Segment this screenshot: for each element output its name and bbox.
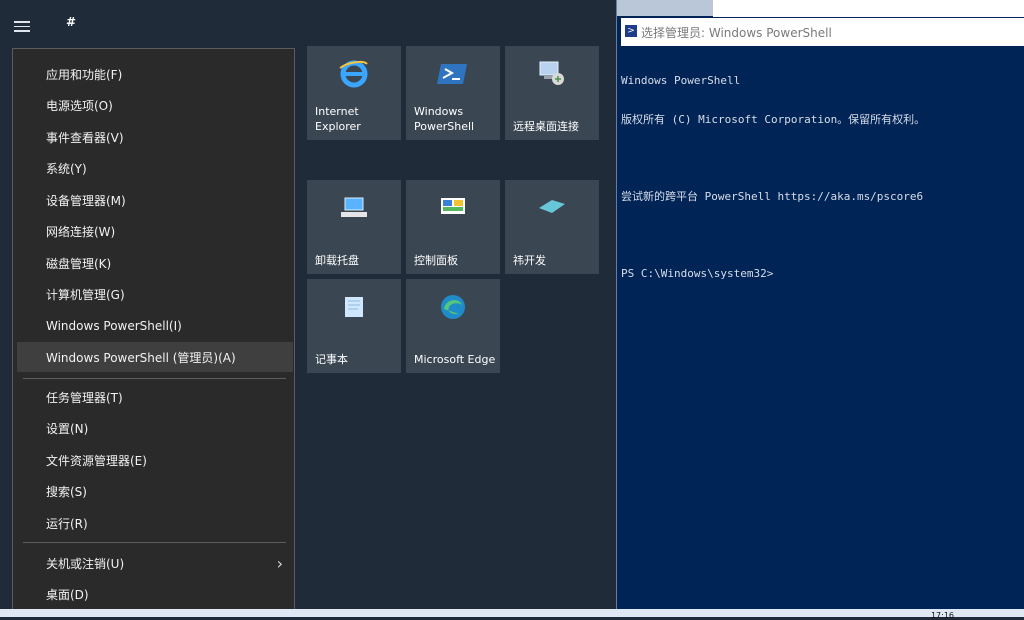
menu-item-label: 磁盘管理(K): [46, 256, 112, 271]
menu-item-label: 任务管理器(T): [46, 390, 123, 405]
chevron-right-icon: ›: [276, 553, 283, 573]
menu-item-system[interactable]: 系统(Y): [17, 153, 293, 183]
tile-microsoft-edge[interactable]: Microsoft Edge: [406, 279, 500, 373]
tile-label: 控制面板: [414, 254, 458, 267]
menu-item-task-manager[interactable]: 任务管理器(T): [17, 382, 293, 412]
tile-label: Internet Explorer: [315, 105, 361, 133]
tile-control-panel[interactable]: 控制面板: [406, 180, 500, 274]
powershell-icon: >: [625, 25, 637, 37]
control-panel-icon: [441, 198, 465, 214]
menu-item-powershell[interactable]: Windows PowerShell(I): [17, 311, 293, 341]
start-group-label: #: [66, 15, 77, 29]
menu-item-label: 系统(Y): [46, 161, 87, 176]
notepad-icon: [345, 297, 363, 317]
tile-label: Microsoft Edge: [414, 353, 496, 366]
window-top-strip-white: [713, 0, 1024, 17]
menu-item-label: 事件查看器(V): [46, 130, 124, 145]
taskbar: [0, 609, 1024, 617]
menu-item-label: 运行(R): [46, 516, 88, 531]
console-output[interactable]: Windows PowerShell 版权所有 (C) Microsoft Co…: [621, 48, 1019, 604]
tile-uninstall[interactable]: 卸载托盘: [307, 180, 401, 274]
menu-item-label: 计算机管理(G): [46, 287, 125, 302]
menu-item-label: 关机或注销(U): [46, 556, 125, 571]
menu-item-computer-management[interactable]: 计算机管理(G): [17, 279, 293, 309]
uninstall-icon: [341, 197, 367, 217]
menu-item-power-options[interactable]: 电源选项(O): [17, 90, 293, 120]
console-line: 尝试新的跨平台 PowerShell https://aka.ms/pscore…: [621, 190, 924, 203]
menu-item-disk-management[interactable]: 磁盘管理(K): [17, 248, 293, 278]
taskbar-clock[interactable]: 17:16: [931, 611, 954, 620]
folder-icon: [539, 200, 565, 213]
tile-weikaifa[interactable]: 祎开发: [505, 180, 599, 274]
internet-explorer-icon: [339, 60, 368, 88]
tile-label: 卸载托盘: [315, 254, 359, 267]
window-title-bar[interactable]: > 选择管理员: Windows PowerShell: [621, 18, 1024, 46]
menu-item-powershell-admin[interactable]: Windows PowerShell (管理员)(A): [17, 342, 293, 372]
tile-label: Windows PowerShell: [414, 105, 475, 133]
menu-item-network-connections[interactable]: 网络连接(W): [17, 216, 293, 246]
menu-item-event-viewer[interactable]: 事件查看器(V): [17, 122, 293, 152]
menu-item-label: 应用和功能(F): [46, 67, 123, 82]
menu-item-file-explorer[interactable]: 文件资源管理器(E): [17, 445, 293, 475]
remote-desktop-icon: [539, 61, 564, 85]
tile-label: 远程桌面连接: [513, 120, 579, 133]
console-line: Windows PowerShell: [621, 74, 741, 87]
menu-separator: [23, 378, 286, 379]
tile-windows-powershell[interactable]: Windows PowerShell: [406, 46, 500, 140]
menu-item-label: 搜索(S): [46, 484, 87, 499]
menu-item-desktop[interactable]: 桌面(D): [17, 579, 293, 609]
menu-item-label: Windows PowerShell(I): [46, 319, 182, 333]
console-prompt: PS C:\Windows\system32>: [621, 267, 774, 280]
window-title: 选择管理员: Windows PowerShell: [641, 25, 832, 40]
tile-remote-desktop[interactable]: 远程桌面连接: [505, 46, 599, 140]
hamburger-menu-icon[interactable]: [14, 18, 30, 35]
menu-item-settings[interactable]: 设置(N): [17, 413, 293, 443]
tile-label: 祎开发: [513, 254, 546, 267]
menu-item-label: 设置(N): [46, 421, 89, 436]
menu-item-label: Windows PowerShell (管理员)(A): [46, 350, 236, 365]
console-line: 版权所有 (C) Microsoft Corporation。保留所有权利。: [621, 113, 926, 126]
menu-item-apps-features[interactable]: 应用和功能(F): [17, 59, 293, 89]
menu-separator: [23, 542, 286, 543]
menu-item-label: 电源选项(O): [46, 98, 113, 113]
menu-item-run[interactable]: 运行(R): [17, 508, 293, 538]
tile-label: 记事本: [315, 353, 348, 366]
menu-item-label: 设备管理器(M): [46, 193, 126, 208]
menu-item-device-manager[interactable]: 设备管理器(M): [17, 185, 293, 215]
menu-item-label: 文件资源管理器(E): [46, 453, 147, 468]
edge-icon: [441, 295, 465, 319]
winx-menu: 应用和功能(F) 电源选项(O) 事件查看器(V) 系统(Y) 设备管理器(M)…: [12, 48, 295, 617]
powershell-window: > 选择管理员: Windows PowerShell Windows Powe…: [616, 0, 1024, 609]
menu-item-label: 网络连接(W): [46, 224, 116, 239]
menu-item-shutdown-signout[interactable]: 关机或注销(U) ›: [17, 548, 293, 578]
powershell-icon: [437, 64, 467, 84]
menu-item-label: 桌面(D): [46, 587, 89, 602]
menu-item-search[interactable]: 搜索(S): [17, 476, 293, 506]
tile-internet-explorer[interactable]: Internet Explorer: [307, 46, 401, 140]
tile-notepad[interactable]: 记事本: [307, 279, 401, 373]
